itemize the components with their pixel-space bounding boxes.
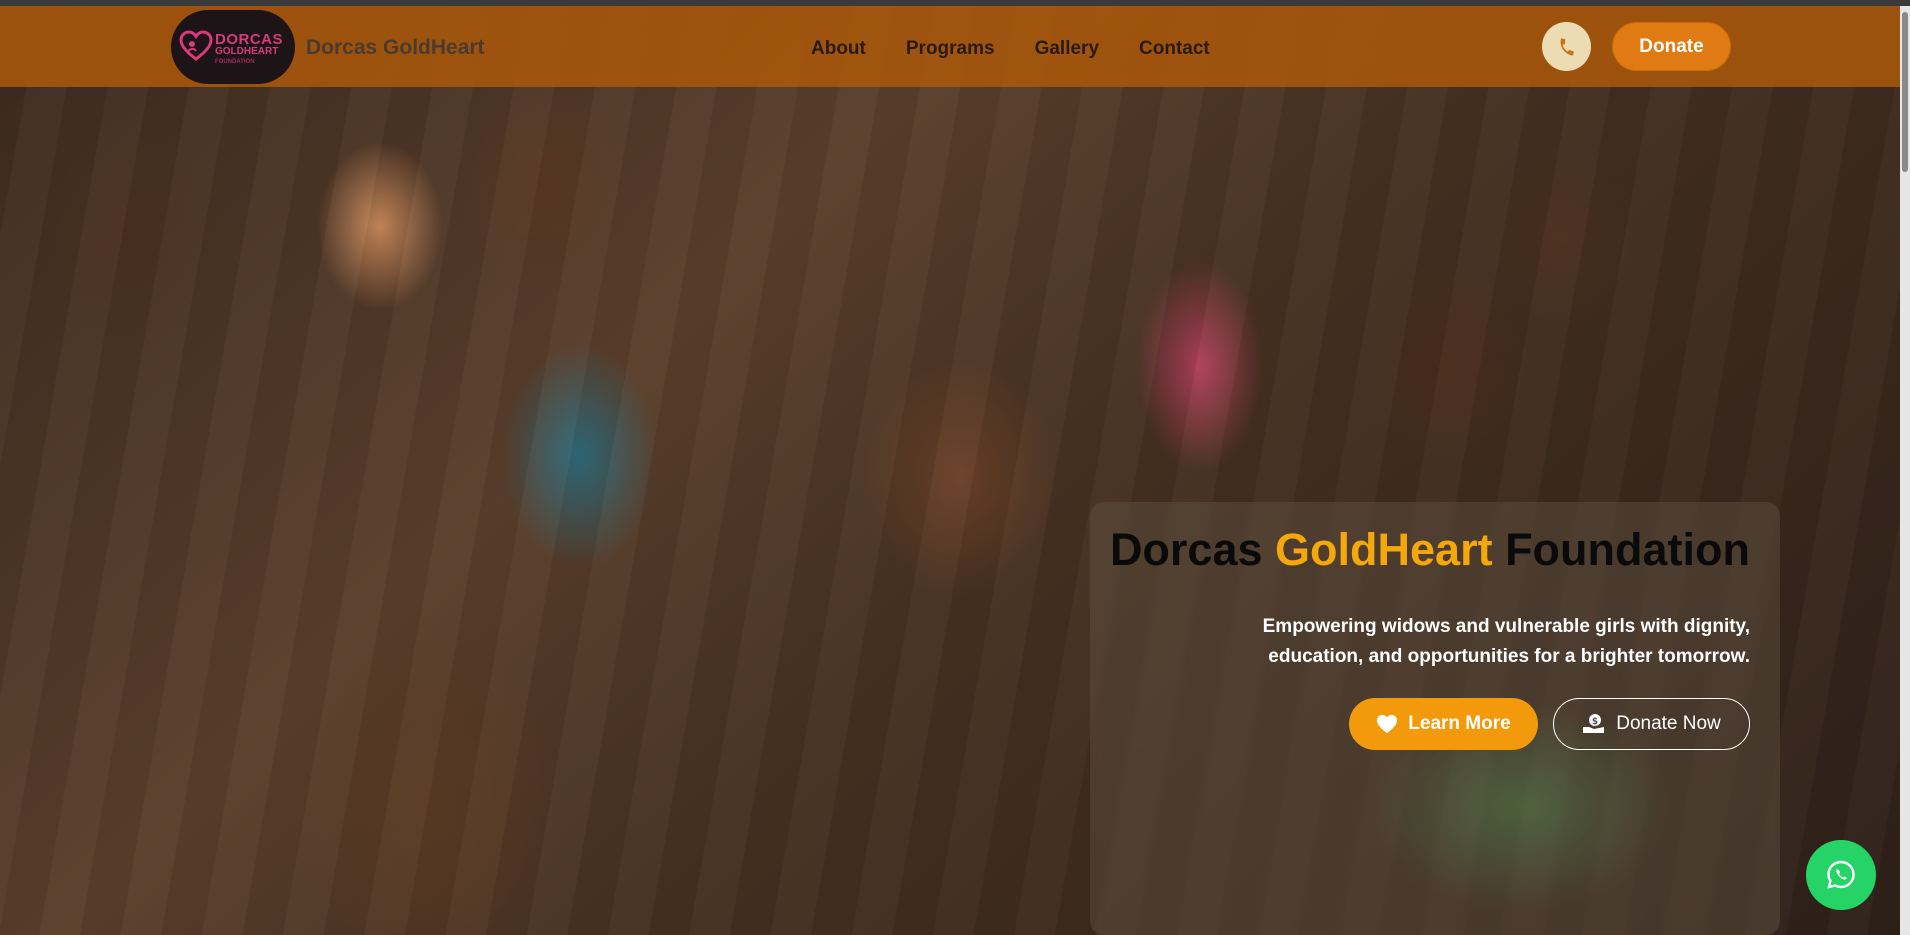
logo-text-line3: FOUNDATION xyxy=(215,59,255,65)
nav-link-gallery[interactable]: Gallery xyxy=(1035,38,1099,60)
hero-title-part1: Dorcas xyxy=(1109,524,1276,575)
heart-icon xyxy=(1377,714,1398,734)
logo-text-line2: GOLDHEART xyxy=(215,46,279,57)
learn-more-label: Learn More xyxy=(1408,713,1511,734)
logo[interactable]: DORCAS GOLDHEART FOUNDATION xyxy=(171,10,295,84)
phone-icon xyxy=(1560,37,1574,56)
donate-button[interactable]: Donate xyxy=(1612,22,1731,71)
learn-more-button[interactable]: Learn More xyxy=(1349,698,1538,750)
whatsapp-button[interactable] xyxy=(1806,840,1876,910)
hero-subtitle: Empowering widows and vulnerable girls w… xyxy=(1262,616,1750,667)
heart-logo-icon xyxy=(179,30,213,61)
nav-link-about[interactable]: About xyxy=(811,38,866,60)
hero-title-part2: Foundation xyxy=(1492,524,1750,575)
brand-name[interactable]: Dorcas GoldHeart xyxy=(306,36,485,60)
navbar: DORCAS GOLDHEART FOUNDATION Dorcas GoldH… xyxy=(0,6,1900,87)
scrollbar-thumb[interactable] xyxy=(1902,12,1908,172)
donate-now-button[interactable]: $ Donate Now xyxy=(1553,698,1750,750)
money-hand-icon: $ xyxy=(1583,714,1605,733)
hero-title-highlight: GoldHeart xyxy=(1275,524,1493,575)
donate-now-label: Donate Now xyxy=(1616,713,1721,734)
phone-button[interactable] xyxy=(1542,22,1591,71)
hero-card: Dorcas GoldHeart Foundation Empowering w… xyxy=(1090,502,1780,935)
nav-link-programs[interactable]: Programs xyxy=(906,38,995,60)
svg-text:$: $ xyxy=(1592,717,1598,727)
nav-link-contact[interactable]: Contact xyxy=(1139,38,1210,60)
nav-links: About Programs Gallery Contact xyxy=(811,38,1250,60)
hero-title: Dorcas GoldHeart Foundation xyxy=(1110,524,1750,576)
whatsapp-icon xyxy=(1827,860,1855,889)
